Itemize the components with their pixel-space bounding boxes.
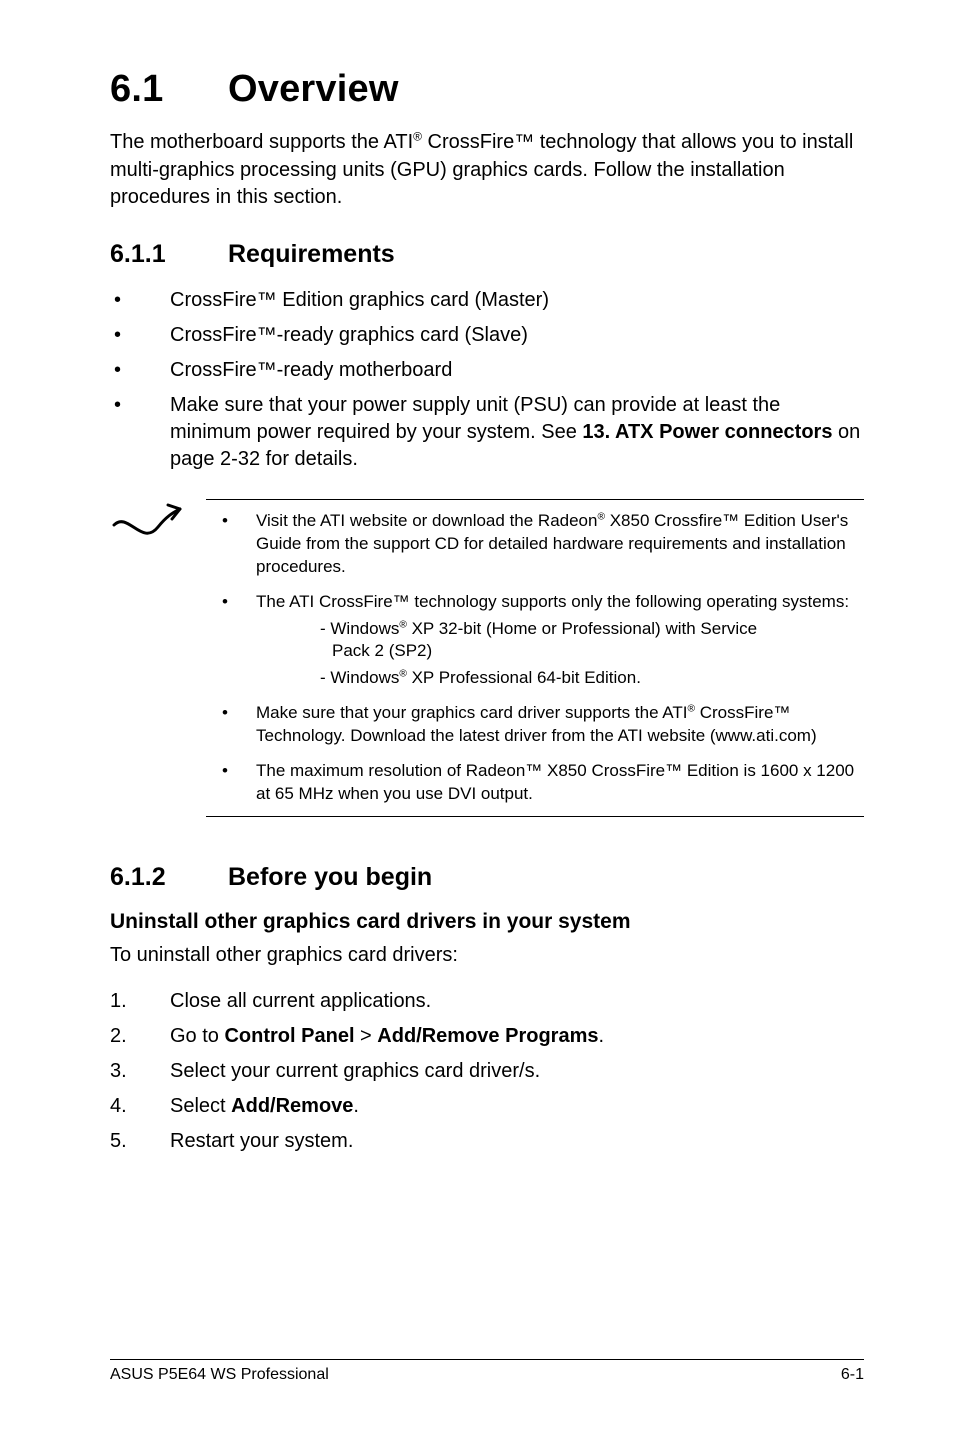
list-item: CrossFire™ Edition graphics card (Master… <box>110 287 864 314</box>
footer-left: ASUS P5E64 WS Professional <box>110 1366 329 1384</box>
uninstall-paragraph: To uninstall other graphics card drivers… <box>110 942 864 970</box>
footer-right: 6-1 <box>841 1366 864 1384</box>
list-item: Make sure that your power supply unit (P… <box>110 392 864 473</box>
list-item-text: CrossFire™-ready graphics card (Slave) <box>170 324 528 346</box>
note-item: Visit the ATI website or download the Ra… <box>206 510 860 579</box>
step-item: Restart your system. <box>110 1128 864 1155</box>
subsection-number: 6.1.1 <box>110 240 228 269</box>
step-text: Restart your system. <box>170 1130 353 1152</box>
note-item: Make sure that your graphics card driver… <box>206 702 860 748</box>
note-icon <box>110 499 206 553</box>
steps-list: Close all current applications. Go to Co… <box>110 988 864 1155</box>
list-item: CrossFire™-ready graphics card (Slave) <box>110 322 864 349</box>
step-text: Select your current graphics card driver… <box>170 1060 540 1082</box>
note-subitem-cont: Pack 2 (SP2) <box>320 640 860 663</box>
intro-paragraph: The motherboard supports the ATI® CrossF… <box>110 129 864 212</box>
step-item: Go to Control Panel > Add/Remove Program… <box>110 1023 864 1050</box>
uninstall-heading: Uninstall other graphics card drivers in… <box>110 910 864 934</box>
step-text: . <box>598 1025 604 1047</box>
note-item: The maximum resolution of Radeon™ X850 C… <box>206 760 860 806</box>
bold-text: Add/Remove <box>231 1095 353 1117</box>
subsection-heading: Before you begin <box>228 863 432 891</box>
step-text: > <box>355 1025 378 1047</box>
bold-text: Control Panel <box>224 1025 354 1047</box>
subsection-612: 6.1.2Before you begin <box>110 863 864 892</box>
list-item-text: CrossFire™-ready motherboard <box>170 359 452 381</box>
note-block: Visit the ATI website or download the Ra… <box>110 499 864 817</box>
subsection-611: 6.1.1Requirements <box>110 240 864 269</box>
step-text: Go to <box>170 1025 224 1047</box>
note-subitem: - Windows® XP Professional 64-bit Editio… <box>320 667 860 690</box>
step-item: Close all current applications. <box>110 988 864 1015</box>
page-footer: ASUS P5E64 WS Professional 6-1 <box>110 1359 864 1384</box>
step-text: . <box>353 1095 359 1117</box>
bold-ref: 13. ATX Power connectors <box>582 421 832 443</box>
step-text: Select <box>170 1095 231 1117</box>
note-item-text: The maximum resolution of Radeon™ X850 C… <box>256 761 854 803</box>
section-number: 6.1 <box>110 68 228 111</box>
list-item: CrossFire™-ready motherboard <box>110 357 864 384</box>
note-body: Visit the ATI website or download the Ra… <box>206 499 864 817</box>
requirements-list: CrossFire™ Edition graphics card (Master… <box>110 287 864 473</box>
note-item: The ATI CrossFire™ technology supports o… <box>206 591 860 691</box>
step-item: Select Add/Remove. <box>110 1093 864 1120</box>
note-item-text: The ATI CrossFire™ technology supports o… <box>256 592 849 611</box>
note-subitem: - Windows® XP 32-bit (Home or Profession… <box>320 618 860 664</box>
step-text: Close all current applications. <box>170 990 431 1012</box>
step-item: Select your current graphics card driver… <box>110 1058 864 1085</box>
section-heading: Overview <box>228 68 399 110</box>
list-item-text: CrossFire™ Edition graphics card (Master… <box>170 289 549 311</box>
subsection-heading: Requirements <box>228 240 395 268</box>
subsection-number: 6.1.2 <box>110 863 228 892</box>
bold-text: Add/Remove Programs <box>377 1025 598 1047</box>
section-title: 6.1Overview <box>110 68 864 111</box>
